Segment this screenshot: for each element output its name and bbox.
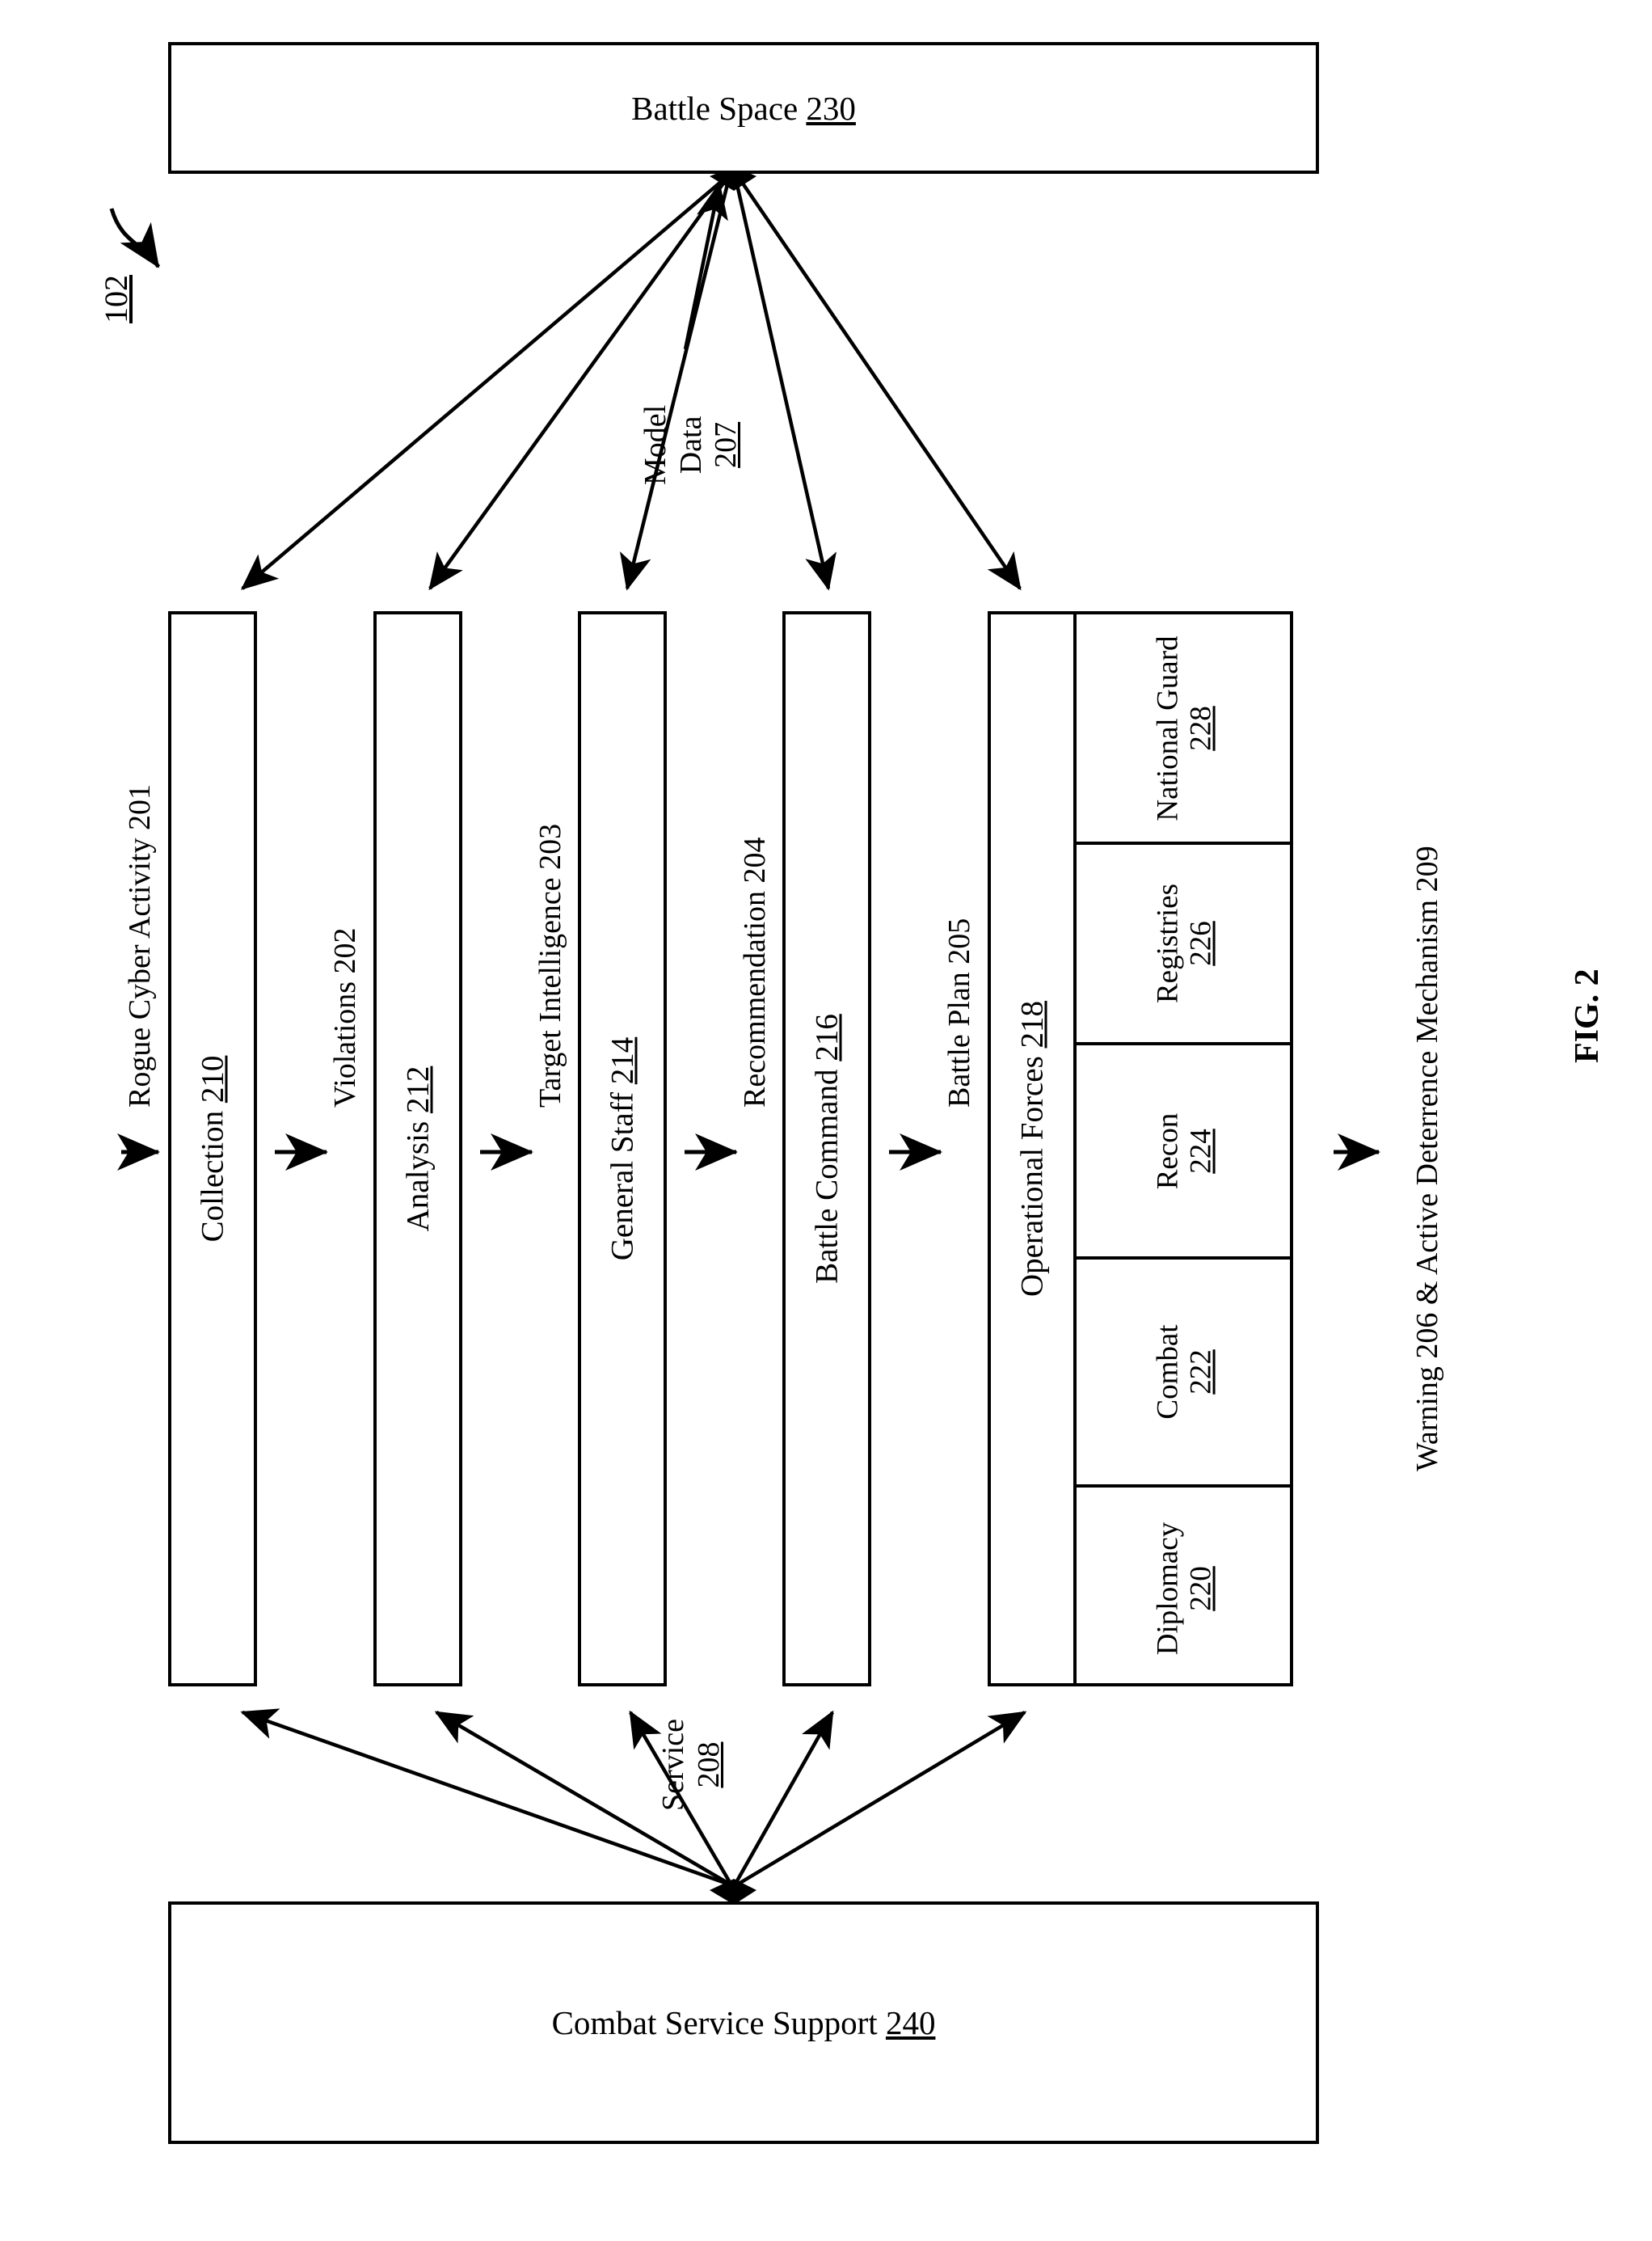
operational-forces-subunits: National Guard 228 Registries 226 Recon 224… <box>1077 611 1293 1686</box>
warning-deterrence-label: Warning 206 & Active Deterrence Mechanis… <box>1410 846 1444 1471</box>
combat-service-support-label: Combat Service Support 240 <box>551 2004 936 2041</box>
recon-cell: Recon 224 <box>1077 1045 1293 1260</box>
registries-cell: Registries 226 <box>1077 845 1293 1045</box>
diplomacy-cell: Diplomacy 220 <box>1077 1488 1293 1690</box>
battle-space-box: Battle Space 230 <box>168 42 1319 174</box>
recommendation-label: Recommendation 204 <box>738 837 772 1108</box>
rogue-cyber-activity-label: Rogue Cyber Activity 201 <box>123 783 157 1108</box>
analysis-label: Analysis 212 <box>400 1066 436 1232</box>
service-label: Service 208 <box>656 1719 726 1811</box>
battle-plan-label: Battle Plan 205 <box>942 918 976 1108</box>
combat-label: Combat 222 <box>1151 1324 1218 1420</box>
collection-box: Collection 210 <box>168 611 257 1686</box>
battle-space-label: Battle Space 230 <box>631 89 856 127</box>
registries-label: Registries 226 <box>1151 884 1218 1003</box>
operational-forces-box: Operational Forces 218 <box>988 611 1077 1686</box>
national-guard-label: National Guard 228 <box>1151 635 1218 821</box>
diplomacy-label: Diplomacy 220 <box>1151 1521 1218 1656</box>
recon-label: Recon 224 <box>1151 1112 1218 1189</box>
combat-cell: Combat 222 <box>1077 1260 1293 1488</box>
figure-caption: FIG. 2 <box>1569 969 1606 1063</box>
general-staff-box: General Staff 214 <box>578 611 667 1686</box>
target-intelligence-label: Target Intelligence 203 <box>533 823 567 1108</box>
combat-service-support-box: Combat Service Support 240 <box>168 1901 1319 2144</box>
general-staff-label: General Staff 214 <box>605 1036 640 1261</box>
battle-command-label: Battle Command 216 <box>809 1014 845 1284</box>
patent-figure-canvas: Battle Space 230 Combat Service Support … <box>0 0 1652 2241</box>
model-data-label: Model Data 207 <box>638 404 744 485</box>
system-reference-102: 102 <box>98 275 134 323</box>
battle-command-box: Battle Command 216 <box>782 611 871 1686</box>
analysis-box: Analysis 212 <box>373 611 462 1686</box>
violations-label: Violations 202 <box>328 927 362 1108</box>
national-guard-cell: National Guard 228 <box>1077 614 1293 845</box>
collection-label: Collection 210 <box>195 1055 230 1243</box>
operational-forces-label: Operational Forces 218 <box>1014 1000 1050 1298</box>
